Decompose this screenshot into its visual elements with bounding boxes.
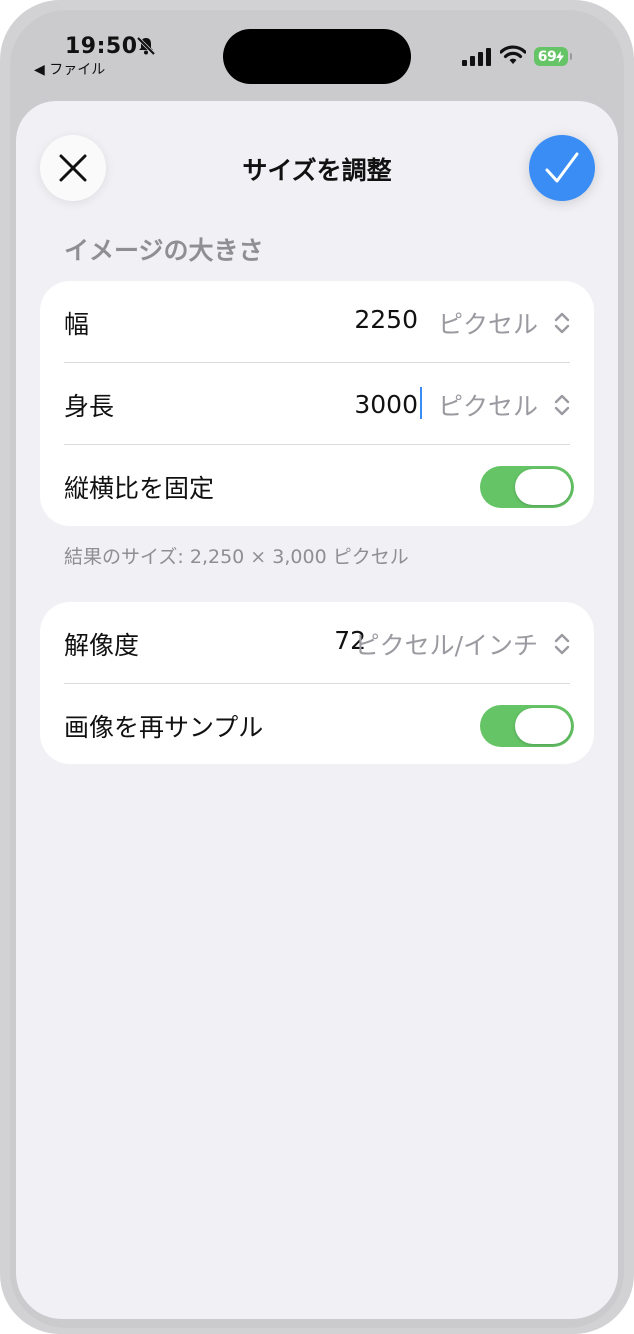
status-time: 19:50 xyxy=(65,34,138,59)
dynamic-island xyxy=(223,29,411,84)
lock-ratio-toggle[interactable] xyxy=(480,466,574,508)
width-value: 2250 xyxy=(354,305,418,334)
height-label: 身長 xyxy=(64,392,115,421)
lock-ratio-row: 縦横比を固定 xyxy=(40,445,594,527)
resize-sheet: サイズを調整 イメージの大きさ 幅 2250 ピクセル 身長 3000 ピクセル… xyxy=(16,101,618,1319)
cellular-signal-icon xyxy=(462,48,491,66)
lock-ratio-label: 縦横比を固定 xyxy=(64,474,215,503)
resolution-label: 解像度 xyxy=(64,631,140,660)
section-header-image-size: イメージの大きさ xyxy=(64,236,264,265)
charging-bolt-icon xyxy=(556,50,565,63)
chevron-up-down-icon[interactable] xyxy=(552,632,572,656)
width-unit: ピクセル xyxy=(437,310,538,339)
resample-toggle[interactable] xyxy=(480,705,574,747)
result-size-text: 結果のサイズ: 2,250 × 3,000 ピクセル xyxy=(64,546,409,568)
image-size-card: 幅 2250 ピクセル 身長 3000 ピクセル 縦横比を固定 xyxy=(40,281,594,526)
page-title: サイズを調整 xyxy=(242,156,392,185)
resolution-unit: ピクセル/インチ xyxy=(354,631,538,660)
screen: 19:50 ◀ ファイル 69 サイズを調整 イメージの大きさ 幅 2250 ピ… xyxy=(10,10,624,1328)
height-unit: ピクセル xyxy=(437,392,538,421)
resample-row: 画像を再サンプル xyxy=(40,684,594,766)
height-value: 3000 xyxy=(354,390,418,419)
close-button[interactable] xyxy=(40,135,106,201)
chevron-up-down-icon[interactable] xyxy=(552,393,572,417)
battery-indicator: 69 xyxy=(534,47,572,66)
silent-bell-icon xyxy=(136,36,156,56)
resample-label: 画像を再サンプル xyxy=(64,713,264,742)
close-icon xyxy=(59,154,87,182)
back-to-files-link[interactable]: ◀ ファイル xyxy=(34,59,105,79)
resolution-card: 解像度 72 ピクセル/インチ 画像を再サンプル xyxy=(40,602,594,764)
battery-level: 69 xyxy=(537,48,557,65)
width-row[interactable]: 幅 2250 ピクセル xyxy=(40,281,594,363)
checkmark-icon xyxy=(545,152,579,183)
height-row[interactable]: 身長 3000 ピクセル xyxy=(40,363,594,445)
resolution-row[interactable]: 解像度 72 ピクセル/インチ xyxy=(40,602,594,684)
phone-frame: 19:50 ◀ ファイル 69 サイズを調整 イメージの大きさ 幅 2250 ピ… xyxy=(0,0,634,1334)
chevron-up-down-icon[interactable] xyxy=(552,311,572,335)
done-button[interactable] xyxy=(529,135,595,201)
text-cursor xyxy=(420,387,422,419)
wifi-icon xyxy=(500,45,526,64)
width-label: 幅 xyxy=(64,310,90,339)
